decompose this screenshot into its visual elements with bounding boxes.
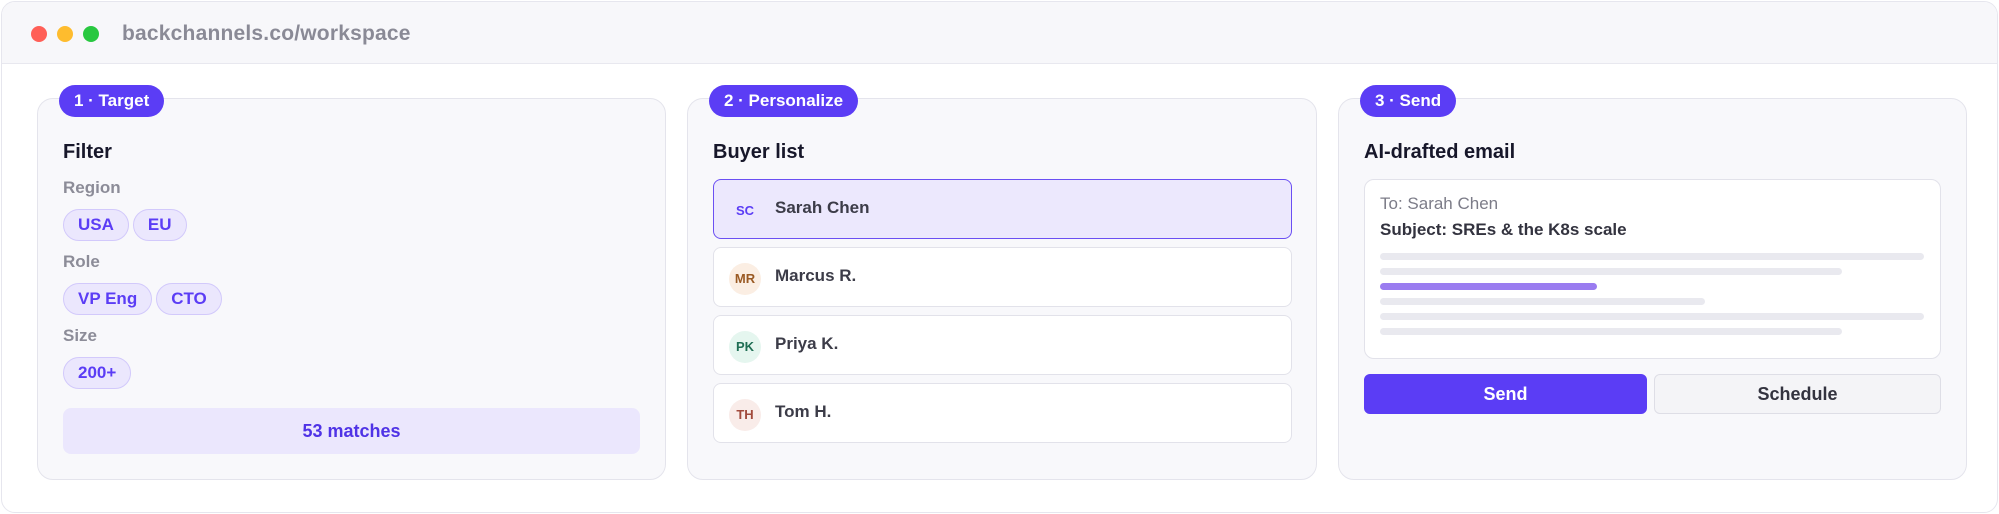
avatar: TH [729,399,761,431]
send-button[interactable]: Send [1364,374,1647,414]
email-title: AI-drafted email [1364,141,1516,163]
address-bar-url[interactable]: backchannels.co/workspace [122,22,411,46]
step-badge-personalize: 2 · Personalize [709,85,859,117]
buyer-row-marcus-r[interactable]: MR Marcus R. [713,247,1292,307]
region-chips: USA EU [63,209,187,241]
email-body-line [1380,313,1924,320]
maximize-window-button[interactable] [83,26,99,42]
buyer-name: Sarah Chen [775,198,870,217]
buyer-row-tom-h[interactable]: TH Tom H. [713,383,1292,443]
buyer-name: Priya K. [775,334,839,353]
region-chip-eu[interactable]: EU [132,209,187,241]
buyer-name: Marcus R. [775,266,857,285]
region-label: Region [63,178,121,197]
browser-window: backchannels.co/workspace 1 · Target Fil… [1,1,1998,513]
email-body-line [1380,298,1705,305]
avatar: SC [735,203,755,218]
matches-count-button[interactable]: 53 matches [63,408,640,454]
buyer-list-title: Buyer list [713,141,805,163]
role-chips: VP Eng CTO [63,283,222,315]
size-chip-200-plus[interactable]: 200+ [63,357,132,389]
email-body-highlight-line [1380,283,1597,290]
target-card: 1 · Target Filter Region USA EU Role VP … [37,85,666,480]
email-subject: Subject: SREs & the K8s scale [1380,220,1627,239]
send-card: 3 · Send AI-drafted email To: Sarah Chen… [1338,85,1967,480]
buyer-row-sarah-chen[interactable]: SC Sarah Chen [713,179,1292,239]
minimize-window-button[interactable] [57,26,73,42]
personalize-card: 2 · Personalize Buyer list SC Sarah Chen… [687,85,1317,480]
size-label: Size [63,326,98,345]
role-chip-cto[interactable]: CTO [156,283,222,315]
email-body-line [1380,268,1842,275]
avatar: MR [729,263,761,295]
step-badge-send: 3 · Send [1360,85,1457,117]
schedule-button[interactable]: Schedule [1654,374,1941,414]
avatar: PK [729,331,761,363]
role-label: Role [63,252,100,271]
size-chips: 200+ [63,357,132,389]
region-chip-usa[interactable]: USA [63,209,129,241]
email-preview[interactable]: To: Sarah Chen Subject: SREs & the K8s s… [1364,179,1941,359]
email-body-line [1380,253,1924,260]
filter-title: Filter [63,141,112,163]
buyer-row-priya-k[interactable]: PK Priya K. [713,315,1292,375]
role-chip-vp-eng[interactable]: VP Eng [63,283,153,315]
buyer-name: Tom H. [775,402,832,421]
email-recipient: To: Sarah Chen [1380,194,1499,213]
email-body-line [1380,328,1842,335]
title-bar: backchannels.co/workspace [2,2,1997,64]
step-badge-target: 1 · Target [59,85,165,117]
close-window-button[interactable] [31,26,47,42]
